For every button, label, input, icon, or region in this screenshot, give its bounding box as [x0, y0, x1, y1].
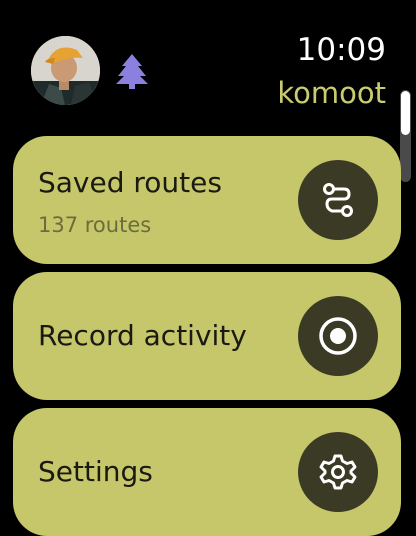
- brand-label: komoot: [277, 76, 386, 110]
- settings-card[interactable]: Settings: [13, 408, 401, 536]
- tree-icon[interactable]: [116, 54, 148, 89]
- scroll-thumb[interactable]: [401, 91, 410, 135]
- avatar[interactable]: [31, 36, 100, 105]
- scrollbar[interactable]: [400, 90, 411, 182]
- card-subtitle: 137 routes: [38, 213, 152, 237]
- record-icon: [298, 296, 378, 376]
- card-title: Record activity: [38, 319, 247, 352]
- saved-routes-card[interactable]: Saved routes 137 routes: [13, 136, 401, 264]
- record-activity-card[interactable]: Record activity: [13, 272, 401, 400]
- card-title: Saved routes: [38, 166, 222, 199]
- gear-icon: [298, 432, 378, 512]
- avatar-image: [31, 36, 100, 105]
- clock-time: 10:09: [296, 32, 386, 68]
- card-title: Settings: [38, 455, 153, 488]
- route-icon: [298, 160, 378, 240]
